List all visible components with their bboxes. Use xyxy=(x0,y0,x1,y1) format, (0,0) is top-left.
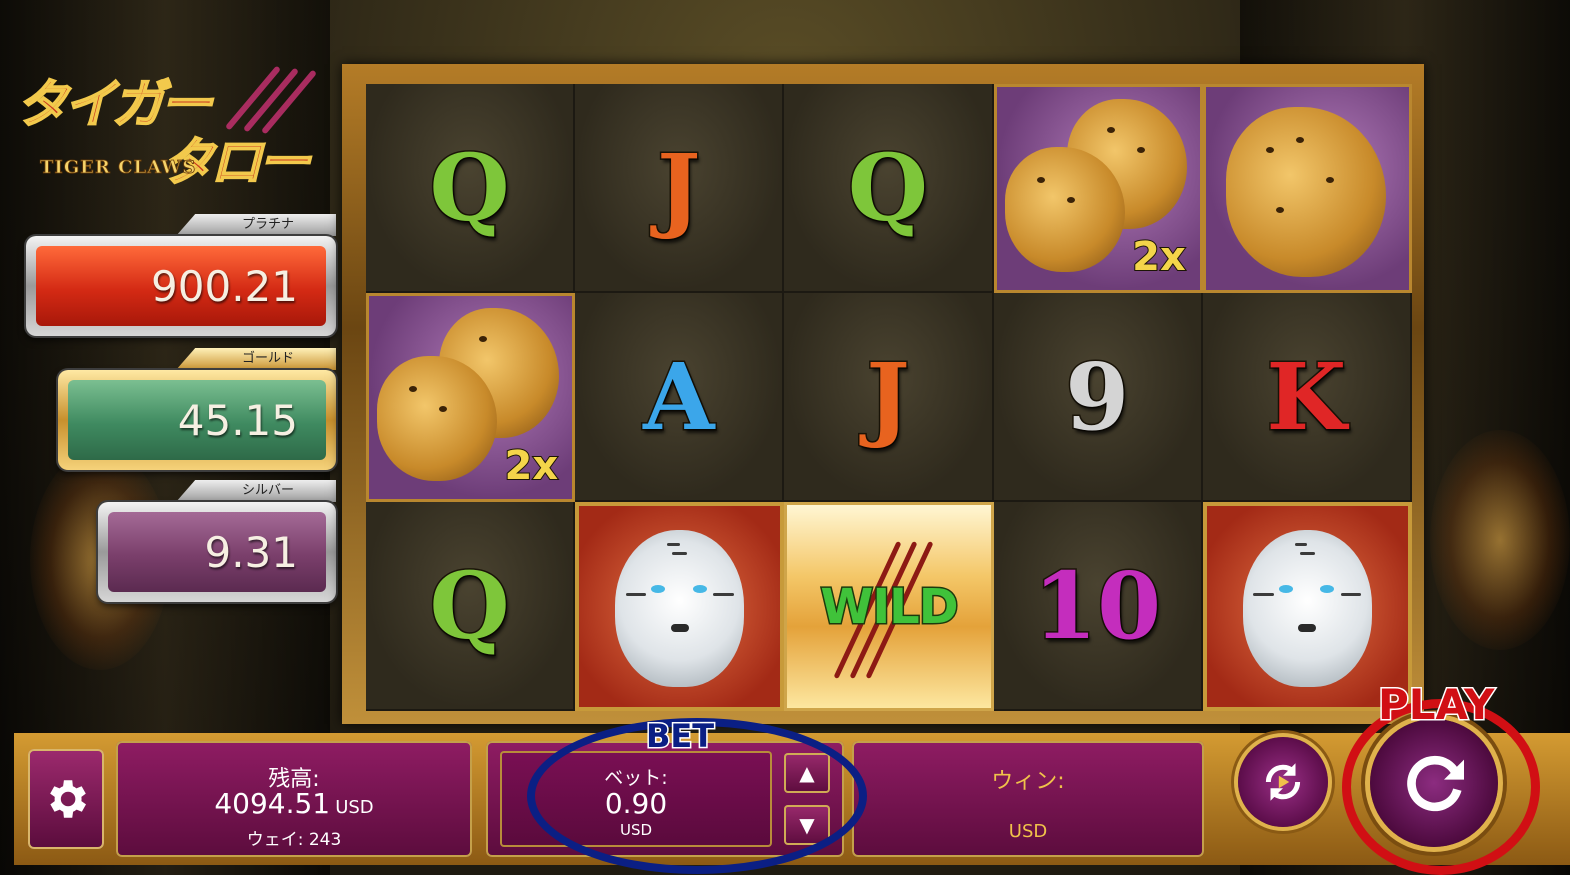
win-label: ウィン: xyxy=(991,769,1065,794)
leopard-spot xyxy=(1295,137,1304,143)
win-panel: ウィン: USD xyxy=(852,741,1204,857)
leopard-spot xyxy=(439,406,447,412)
ways-label: ウェイ: 243 xyxy=(246,830,342,850)
wild-label: WILD xyxy=(819,577,960,636)
tiger-stripe xyxy=(1299,552,1316,556)
reel-symbol-k: K xyxy=(1202,293,1412,502)
leopard-spot xyxy=(1066,197,1075,203)
tiger-eye xyxy=(651,584,666,593)
tiger-nose xyxy=(670,624,689,633)
reel-symbol-q: Q xyxy=(784,84,994,293)
autoplay-button[interactable] xyxy=(1238,737,1328,827)
reel-symbol-9: 9 xyxy=(993,293,1203,502)
symbol-letter: 9 xyxy=(1064,341,1131,452)
jackpot-gold-value: 45.15 xyxy=(68,380,326,460)
reel-symbol-q: Q xyxy=(366,502,576,711)
multiplier-badge: 2x xyxy=(504,442,560,490)
jackpot-gold-label: ゴールド xyxy=(176,348,336,370)
leopard-head-icon xyxy=(377,356,497,481)
jackpot-silver-value: 9.31 xyxy=(108,512,326,592)
game-logo: タイガー タロー TIGER CLAWS xyxy=(12,62,342,194)
symbol-letter: K xyxy=(1265,341,1348,452)
jackpot-platinum-label: プラチナ xyxy=(176,214,336,236)
reel-symbol-j: J xyxy=(575,84,785,293)
win-currency: USD xyxy=(1008,821,1048,842)
leopard-spot xyxy=(1325,177,1334,183)
symbol-letter: Q xyxy=(846,132,929,243)
symbol-letter: Q xyxy=(428,550,511,661)
gear-icon xyxy=(50,780,86,818)
reel-symbol-j: J xyxy=(784,293,994,502)
tiger-eye xyxy=(692,584,707,593)
reel-symbol-a: A xyxy=(575,293,785,502)
bet-callout-label: BET xyxy=(644,716,715,757)
torch-glow-right xyxy=(1430,430,1570,650)
reel-symbol-leopard-2x: 2x xyxy=(993,84,1203,293)
symbol-letter: Q xyxy=(428,132,511,243)
balance-currency: USD xyxy=(335,797,374,818)
symbol-letter: J xyxy=(865,341,911,452)
tiger-eye xyxy=(1320,584,1335,593)
autoplay-icon xyxy=(1265,763,1301,801)
balance-row: 4094.51 USD xyxy=(116,787,472,820)
reel-symbol-wild: WILD xyxy=(784,502,994,711)
play-callout-label: PLAY xyxy=(1376,679,1495,731)
multiplier-badge: 2x xyxy=(1131,233,1187,281)
jackpot-platinum-value: 900.21 xyxy=(36,246,326,326)
leopard-spot xyxy=(1275,207,1284,213)
settings-button[interactable] xyxy=(28,749,104,849)
leopard-spot xyxy=(1265,147,1274,153)
leopard-spot xyxy=(1106,127,1115,133)
jackpot-silver-frame: 9.31 xyxy=(98,502,336,602)
jackpot-gold-frame: 45.15 xyxy=(58,370,336,470)
leopard-head-icon xyxy=(1225,107,1386,277)
white-tiger-icon xyxy=(1243,530,1372,687)
balance-panel: 残高: 4094.51 USD ウェイ: 243 xyxy=(116,741,472,857)
jackpot-silver-label: シルバー xyxy=(176,480,336,502)
tiger-stripe xyxy=(625,592,647,596)
reel-symbol-leopard xyxy=(1202,84,1412,293)
jackpot-platinum-frame: 900.21 xyxy=(26,236,336,336)
symbol-letter: J xyxy=(656,132,702,243)
leopard-spot xyxy=(1036,177,1045,183)
reel-symbol-white-tiger xyxy=(575,502,785,711)
symbol-letter: 10 xyxy=(1032,550,1163,661)
symbol-letter: A xyxy=(642,341,716,452)
tiger-stripe xyxy=(666,542,680,546)
white-tiger-icon xyxy=(615,530,745,687)
tiger-stripe xyxy=(713,592,734,596)
tiger-eye xyxy=(1279,584,1294,593)
leopard-head-icon xyxy=(1004,147,1125,272)
tiger-stripe xyxy=(1340,592,1362,596)
reel-symbol-q: Q xyxy=(366,84,576,293)
logo-title-english: TIGER CLAWS xyxy=(40,157,197,179)
leopard-spot xyxy=(479,336,487,342)
tiger-stripe xyxy=(672,552,688,556)
reel-grid: Q J Q 2x 2x A J 9 K Q WILD 10 xyxy=(366,84,1412,711)
tiger-stripe xyxy=(1253,592,1274,596)
reel-symbol-10: 10 xyxy=(993,502,1203,711)
tiger-stripe xyxy=(1294,542,1308,546)
leopard-spot xyxy=(1136,147,1145,153)
tiger-nose xyxy=(1298,624,1317,633)
balance-value: 4094.51 xyxy=(214,787,331,820)
reel-symbol-leopard-2x: 2x xyxy=(366,293,576,502)
leopard-spot xyxy=(409,386,417,392)
